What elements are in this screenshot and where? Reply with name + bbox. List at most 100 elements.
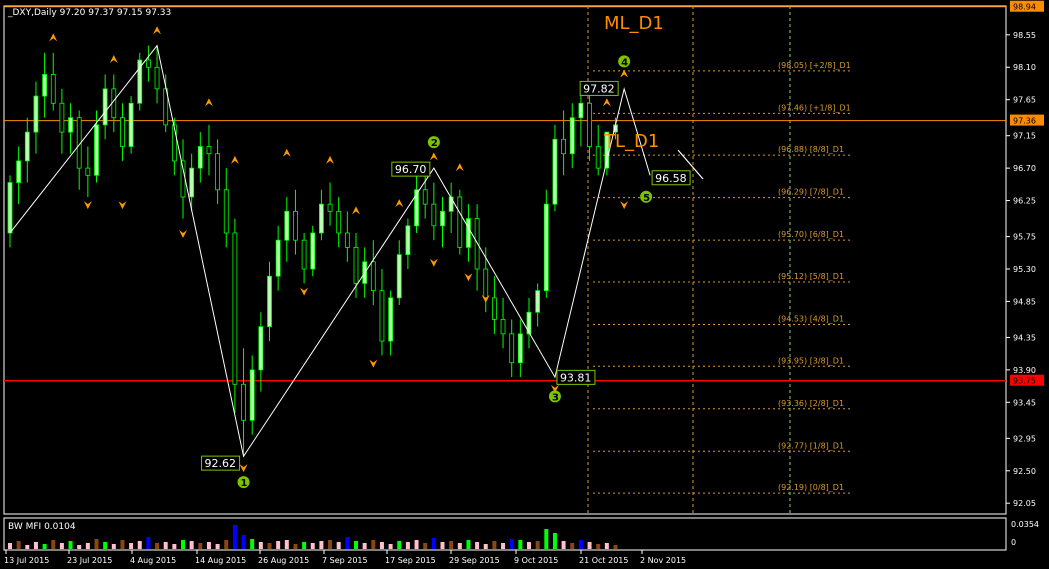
x-tick-label: 2 Nov 2015 [640, 556, 686, 565]
candle-body [491, 297, 497, 320]
mfi-bar [103, 542, 108, 549]
candle-body [578, 102, 584, 119]
mfi-bar [258, 542, 263, 549]
x-tick-label: 17 Sep 2015 [385, 556, 436, 565]
mfi-bar [302, 542, 307, 549]
mfi-bar [345, 537, 350, 549]
candle-body [405, 225, 411, 255]
price-chart[interactable]: (98.05) [+2/8]_D1 (97.46) [+1/8]_D1 (96.88… [0, 0, 1049, 569]
vertical-time-lines [4, 6, 1006, 514]
y-tick-label: 92.50 [1013, 467, 1036, 476]
y-tick-label: 98.55 [1013, 31, 1036, 40]
candle-body [422, 189, 428, 205]
y-tick-label: 97.65 [1013, 96, 1036, 105]
mfi-bar [544, 529, 549, 549]
candle-body [197, 146, 203, 169]
mfi-bar [163, 542, 168, 549]
fib-label: (95.70) [6/8]_D1 [778, 230, 844, 239]
y-tick-label: 96.70 [1013, 164, 1036, 173]
x-tick-label: 26 Aug 2015 [258, 556, 309, 565]
mfi-bar [68, 541, 73, 549]
mfi-bar [457, 543, 462, 549]
fractal-up-arrow [395, 199, 404, 208]
candle-body [396, 254, 402, 299]
fib-label: (96.29) [7/8]_D1 [778, 188, 844, 197]
mfi-bar [466, 540, 471, 549]
y-tick-label: 93.45 [1013, 398, 1036, 407]
fib-label: (97.46) [+1/8]_D1 [778, 103, 851, 112]
fractal-up-arrow [352, 206, 360, 215]
candle-body [232, 232, 238, 385]
candle-body [327, 203, 333, 212]
mfi-bar [371, 540, 376, 549]
mfi-bar [578, 540, 583, 549]
candle-body [474, 218, 480, 270]
mfi-bar [509, 539, 514, 549]
candle-body [301, 239, 307, 270]
x-tick-label: 4 Aug 2015 [130, 556, 176, 565]
candle-body [509, 333, 515, 364]
candle-body [457, 196, 463, 248]
candle-body [68, 117, 73, 133]
symbol-header: _DXY,Daily 97.20 97.37 97.15 97.33 [7, 8, 171, 18]
fractal-up-arrow [49, 33, 58, 42]
candle-body [206, 146, 212, 155]
mfi-bar [449, 541, 454, 549]
y-tick-label: 98.10 [1013, 63, 1036, 72]
candle-body [249, 369, 255, 421]
candle-body [275, 239, 281, 277]
candle-body [16, 160, 22, 183]
mfi-bar [328, 540, 333, 549]
y-tick-label: 92.95 [1013, 434, 1036, 443]
mfi-bar [189, 541, 194, 549]
mfi-bar [483, 544, 488, 549]
mfi-bar [42, 544, 47, 549]
fractal-down-arrow [118, 201, 127, 210]
fractal-down-arrow [369, 359, 378, 368]
mfi-bar [111, 544, 116, 549]
mfi-bar [552, 533, 557, 549]
mfi-bar [570, 543, 575, 549]
mfi-bar [587, 542, 592, 549]
candle-body [552, 138, 558, 205]
mfi-bar [336, 542, 341, 549]
fractal-up-arrow [602, 98, 611, 107]
mfi-bar [561, 541, 566, 549]
mfi-bar [284, 540, 289, 549]
mfi-bar [25, 545, 30, 549]
candle-body [535, 290, 541, 313]
candle-body [336, 210, 342, 234]
mfi-bar [596, 544, 601, 549]
fib-label: (98.05) [+2/8]_D1 [778, 61, 851, 70]
mfi-bar [155, 543, 160, 549]
wave-number: 1 [241, 478, 248, 489]
mfi-bar [224, 540, 229, 549]
mfi-bar [310, 543, 315, 549]
fib-label: (92.19) [0/8]_D1 [778, 483, 844, 492]
candle-body [128, 102, 134, 147]
candle-body [145, 59, 151, 68]
mfi-bar [16, 541, 21, 549]
mfi-bar [293, 544, 298, 549]
y-tick-label: 94.35 [1013, 333, 1036, 342]
fractal-up-arrow [429, 152, 438, 161]
mfi-bar [431, 538, 436, 549]
mfi-bar [181, 540, 185, 549]
fractal-up-arrow [230, 155, 239, 164]
tl-label: TL_D1 [603, 131, 659, 152]
zigzag-price-label: 96.58 [655, 172, 687, 185]
zigzag-price-label: 97.82 [583, 82, 615, 95]
fractal-up-arrow [326, 155, 335, 164]
x-tick-label: 21 Oct 2015 [579, 556, 628, 565]
fractal-up-arrow [620, 69, 629, 78]
candle-body [171, 124, 177, 162]
fib-label: (95.12) [5/8]_D1 [778, 272, 844, 281]
candle-body [569, 117, 575, 155]
fib-label: (94.53) [4/8]_D1 [778, 314, 844, 323]
bw-mfi-histogram [8, 525, 618, 549]
candle-body [120, 117, 125, 147]
mfi-bar [59, 543, 64, 549]
candle-body [595, 146, 601, 169]
fib-label: (93.95) [3/8]_D1 [778, 356, 844, 365]
candle-body [500, 319, 506, 335]
